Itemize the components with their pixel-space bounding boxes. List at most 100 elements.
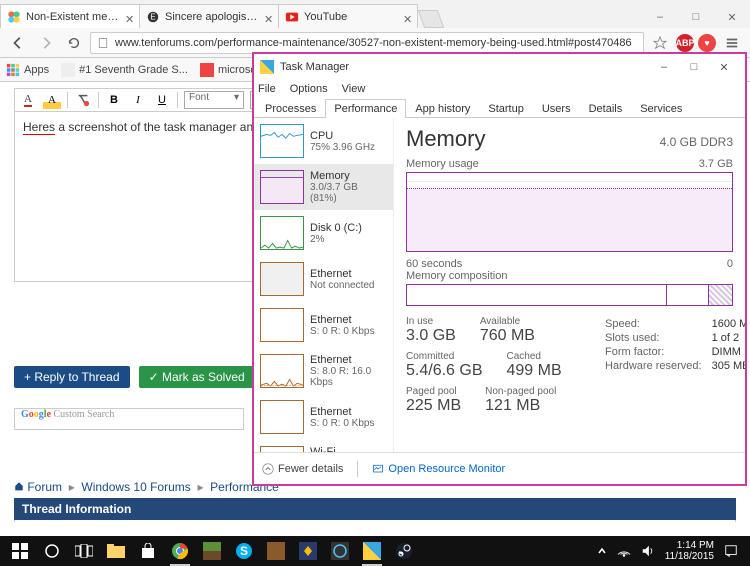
sidebar-ethernet[interactable]: EthernetS: 8.0 R: 16.0 Kbps (254, 348, 393, 394)
steam-icon[interactable] (388, 536, 420, 566)
font-color-icon[interactable]: A (19, 91, 37, 109)
wifi-sparkline (260, 446, 304, 452)
tab-close-icon[interactable]: ✕ (125, 13, 133, 21)
item-detail: 75% 3.96 GHz (310, 142, 375, 153)
tab-app-history[interactable]: App history (406, 99, 479, 118)
chrome-titlebar: Non-Existent memory be ✕ E Sincere apolo… (0, 0, 750, 28)
minimize-button[interactable]: – (649, 57, 679, 77)
tab-bbc[interactable]: E Sincere apologises to Bar ✕ (139, 4, 279, 28)
volume-icon[interactable] (641, 544, 655, 558)
tab-users[interactable]: Users (533, 99, 580, 118)
menu-file[interactable]: File (258, 83, 276, 95)
app-icon[interactable] (260, 536, 292, 566)
tab-details[interactable]: Details (580, 99, 632, 118)
mark-solved-button[interactable]: ✓ Mark as Solved (139, 366, 255, 388)
tab-performance[interactable]: Performance (325, 99, 406, 118)
tab-tenforums[interactable]: Non-Existent memory be ✕ (0, 4, 140, 28)
memory-composition-bar (406, 284, 733, 306)
memory-sparkline (260, 170, 304, 204)
ethernet-sparkline (260, 308, 304, 342)
task-view-icon[interactable] (68, 536, 100, 566)
tray-chevron-icon[interactable] (597, 546, 607, 556)
item-detail: Not connected (310, 280, 375, 291)
clear-format-icon[interactable] (74, 91, 92, 109)
sidebar-ethernet[interactable]: EthernetS: 0 R: 0 Kbps (254, 394, 393, 440)
minecraft-icon[interactable] (196, 536, 228, 566)
google-custom-search[interactable]: Google Custom Search (14, 408, 244, 430)
task-manager-taskbar-icon[interactable] (356, 536, 388, 566)
reload-button[interactable] (62, 31, 86, 55)
skype-icon[interactable]: S (228, 536, 260, 566)
tm-tabs: Processes Performance App history Startu… (254, 98, 745, 118)
tab-title: YouTube (304, 11, 399, 23)
menu-view[interactable]: View (342, 83, 366, 95)
taskbar-clock[interactable]: 1:14 PM 11/18/2015 (665, 540, 714, 562)
tab-processes[interactable]: Processes (256, 99, 325, 118)
tab-startup[interactable]: Startup (479, 99, 532, 118)
file-explorer-icon[interactable] (100, 536, 132, 566)
sidebar-cpu[interactable]: CPU75% 3.96 GHz (254, 118, 393, 164)
tm-window-controls: – □ ✕ (649, 57, 739, 77)
underline-button[interactable]: U (153, 91, 171, 109)
sidebar-disk[interactable]: Disk 0 (C:)2% (254, 210, 393, 256)
crumb-link[interactable]: Forum (27, 480, 62, 494)
cached-label: Cached (507, 351, 562, 362)
bold-button[interactable]: B (105, 91, 123, 109)
tm-menubar: File Options View (254, 80, 745, 98)
bookmark-item[interactable]: #1 Seventh Grade S... (61, 63, 188, 77)
app-icon[interactable] (292, 536, 324, 566)
tab-youtube[interactable]: YouTube ✕ (278, 4, 418, 28)
reply-button[interactable]: + Reply to Thread (14, 366, 130, 388)
store-icon[interactable] (132, 536, 164, 566)
tab-services[interactable]: Services (631, 99, 691, 118)
tm-titlebar[interactable]: Task Manager – □ ✕ (254, 54, 745, 80)
ethernet-sparkline (260, 400, 304, 434)
italic-button[interactable]: I (129, 91, 147, 109)
sidebar-ethernet[interactable]: EthernetNot connected (254, 256, 393, 302)
sidebar-memory[interactable]: Memory3.0/3.7 GB (81%) (254, 164, 393, 210)
maximize-button[interactable]: □ (678, 6, 714, 28)
close-button[interactable]: ✕ (709, 57, 739, 77)
maximize-button[interactable]: □ (679, 57, 709, 77)
notifications-icon[interactable] (724, 544, 738, 558)
network-icon[interactable] (617, 544, 631, 558)
minimize-button[interactable]: – (642, 6, 678, 28)
available-label: Available (480, 316, 535, 327)
separator (98, 92, 99, 108)
menu-options[interactable]: Options (290, 83, 328, 95)
chrome-icon[interactable] (164, 536, 196, 566)
crumb-link[interactable]: Windows 10 Forums (81, 480, 190, 494)
composition-label: Memory composition (406, 270, 733, 282)
ethernet-sparkline (260, 262, 304, 296)
table-row: Slots used:1 of 2 (605, 332, 745, 344)
cortana-icon[interactable] (36, 536, 68, 566)
highlight-icon[interactable]: A (43, 91, 61, 109)
task-manager-window: Task Manager – □ ✕ File Options View Pro… (252, 52, 747, 486)
forward-button[interactable] (34, 31, 58, 55)
abp-extension-icon[interactable]: ABP (676, 34, 694, 52)
sidebar-wifi[interactable]: Wi-FiS: 16.0 R: 16.0 Kbps (254, 440, 393, 452)
font-label: Font (189, 92, 209, 103)
apps-icon (6, 63, 20, 77)
chrome-menu-icon[interactable] (720, 31, 744, 55)
font-select[interactable]: Font ▾ (184, 91, 244, 109)
kv-val: 1600 MHz (712, 318, 745, 330)
chevron-up-icon (262, 463, 274, 475)
extension-icon[interactable]: ♥ (698, 34, 716, 52)
new-tab-button[interactable] (418, 10, 445, 28)
open-resource-monitor-link[interactable]: Open Resource Monitor (372, 463, 505, 475)
time: 1:14 PM (665, 540, 714, 551)
paged-value: 225 MB (406, 397, 461, 415)
address-bar[interactable]: www.tenforums.com/performance-maintenanc… (90, 32, 644, 54)
star-icon[interactable] (648, 31, 672, 55)
back-button[interactable] (6, 31, 30, 55)
start-button[interactable] (4, 536, 36, 566)
apps-shortcut[interactable]: Apps (6, 63, 49, 77)
sidebar-ethernet[interactable]: EthernetS: 0 R: 0 Kbps (254, 302, 393, 348)
tab-close-icon[interactable]: ✕ (403, 13, 411, 21)
fewer-details-button[interactable]: Fewer details (262, 463, 343, 475)
item-detail: S: 0 R: 0 Kbps (310, 326, 374, 337)
tab-close-icon[interactable]: ✕ (264, 13, 272, 21)
app-icon[interactable] (324, 536, 356, 566)
close-button[interactable]: ✕ (714, 6, 750, 28)
